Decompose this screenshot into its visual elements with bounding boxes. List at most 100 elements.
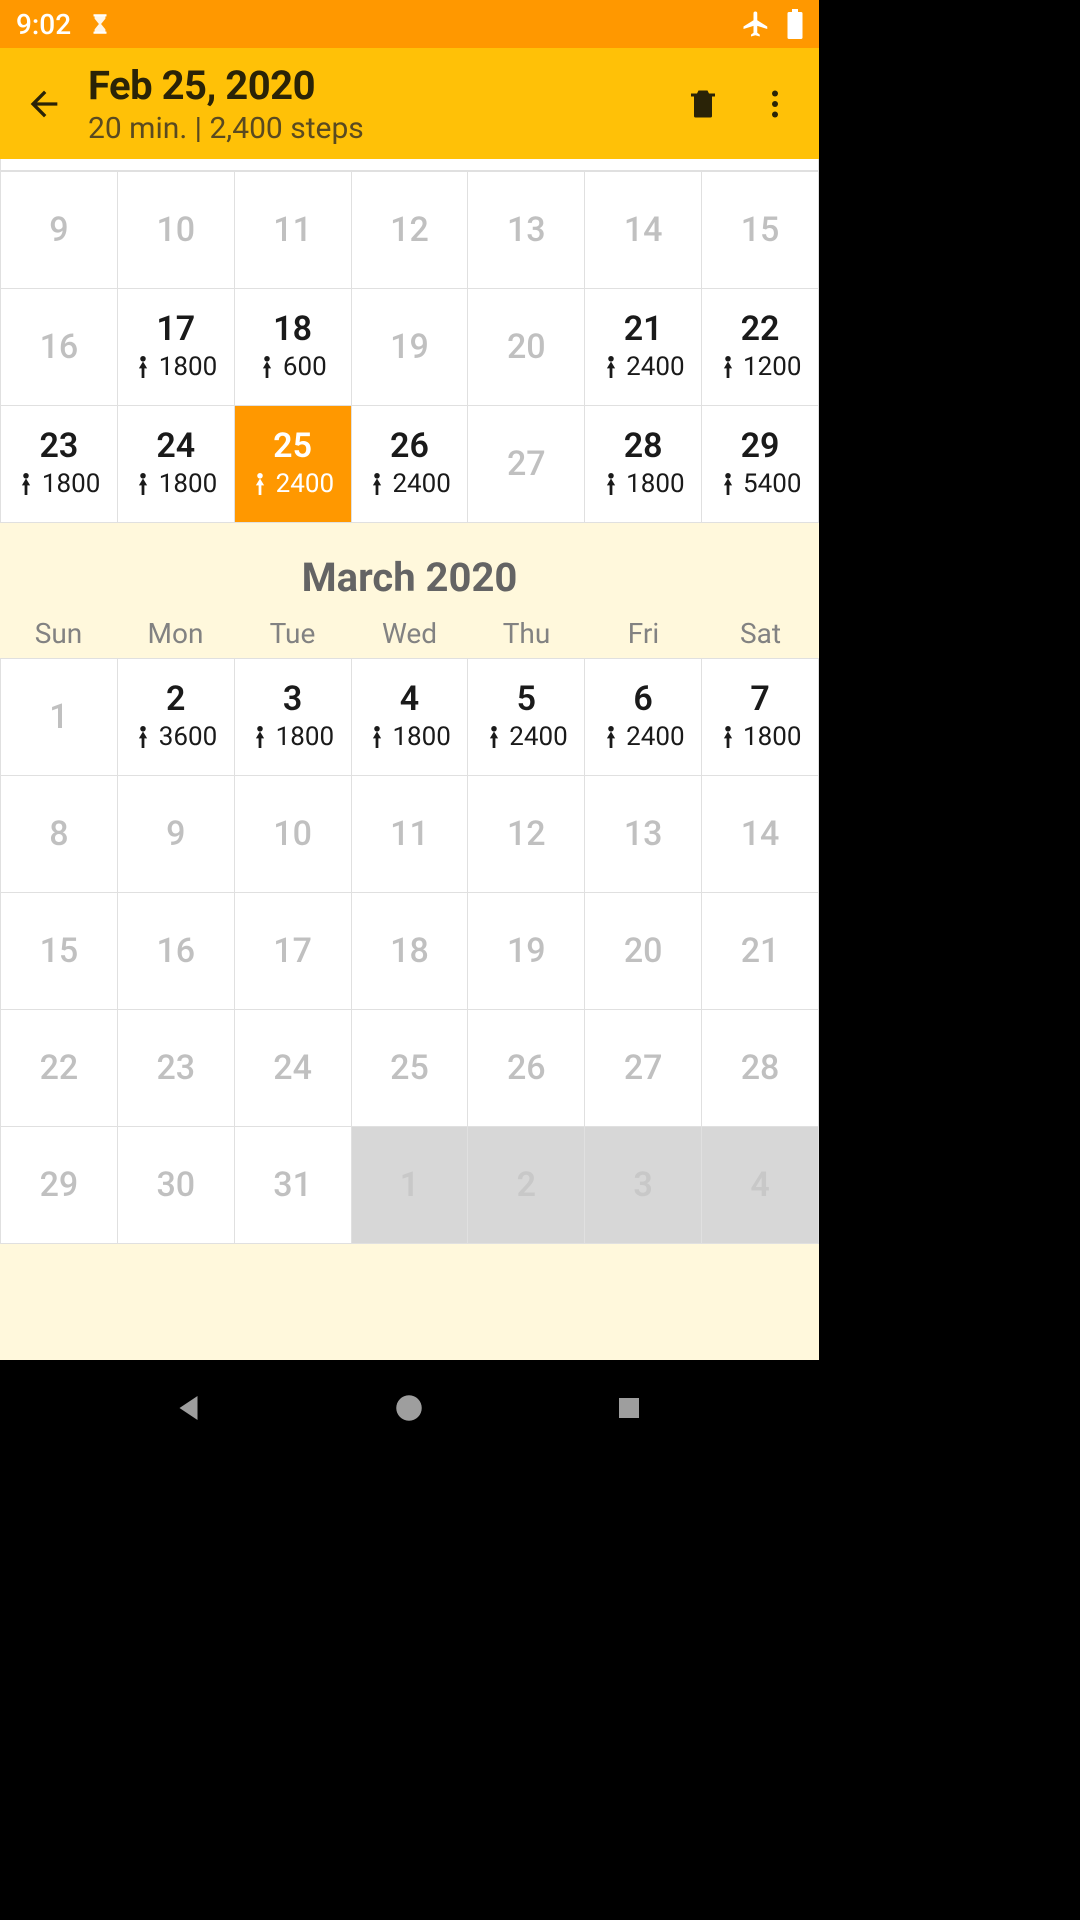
calendar-day[interactable]: 25 2400: [234, 406, 351, 523]
calendar-day[interactable]: 1: [351, 1127, 468, 1244]
day-number: 25: [352, 1051, 468, 1085]
nav-back-button[interactable]: [145, 1363, 235, 1453]
calendar-day[interactable]: 17 1800: [117, 289, 234, 406]
calendar-day[interactable]: 6 2400: [585, 659, 702, 776]
day-number: 23: [118, 1051, 234, 1085]
calendar-day[interactable]: 19: [351, 289, 468, 406]
calendar-day[interactable]: 18 600: [234, 289, 351, 406]
day-number: 12: [468, 817, 584, 851]
calendar-day[interactable]: 1: [1, 659, 118, 776]
calendar-day[interactable]: 10: [234, 776, 351, 893]
calendar-day[interactable]: 7 1800: [702, 659, 819, 776]
weekday-row: SunMonTueWedThuFriSat: [0, 617, 819, 658]
calendar-day[interactable]: 29: [1, 1127, 118, 1244]
weekday-label: Mon: [117, 617, 234, 658]
day-number: 10: [118, 213, 234, 247]
step-count: 600: [235, 352, 351, 382]
calendar-day[interactable]: 3 1800: [234, 659, 351, 776]
walker-icon: [251, 473, 269, 498]
step-count: 1200: [702, 352, 818, 382]
day-number: 12: [352, 213, 468, 247]
day-number: 26: [468, 1051, 584, 1085]
day-number: 21: [702, 934, 818, 968]
step-count: 1800: [235, 722, 351, 752]
calendar-day[interactable]: 20: [468, 289, 585, 406]
calendar-day[interactable]: 20: [585, 893, 702, 1010]
day-number: 20: [585, 934, 701, 968]
calendar-day[interactable]: 26 2400: [351, 406, 468, 523]
weekday-label: Thu: [468, 617, 585, 658]
calendar-day[interactable]: 30: [117, 1127, 234, 1244]
weekday-label: Wed: [351, 617, 468, 658]
calendar-day[interactable]: 23 1800: [1, 406, 118, 523]
back-button[interactable]: [8, 48, 80, 159]
calendar-day[interactable]: 28 1800: [585, 406, 702, 523]
step-count: 3600: [118, 722, 234, 752]
calendar-day[interactable]: 9: [117, 776, 234, 893]
calendar-day[interactable]: 13: [585, 776, 702, 893]
calendar-day[interactable]: 31: [234, 1127, 351, 1244]
calendar-scroll[interactable]: 91011121314151617 180018 600192021 24002…: [0, 159, 819, 1360]
calendar-day[interactable]: 9: [1, 172, 118, 289]
calendar-day[interactable]: 24: [234, 1010, 351, 1127]
weekday-label: Sun: [0, 617, 117, 658]
calendar-day[interactable]: 29 5400: [702, 406, 819, 523]
step-count: 1800: [702, 722, 818, 752]
calendar-day[interactable]: 22 1200: [702, 289, 819, 406]
calendar-day[interactable]: 3: [585, 1127, 702, 1244]
calendar-day[interactable]: 27: [468, 406, 585, 523]
step-count: 2400: [235, 469, 351, 499]
calendar-day[interactable]: 27: [585, 1010, 702, 1127]
calendar-day[interactable]: 25: [351, 1010, 468, 1127]
calendar-day[interactable]: 15: [1, 893, 118, 1010]
day-number: 28: [702, 1051, 818, 1085]
calendar-day[interactable]: 23: [117, 1010, 234, 1127]
calendar-day[interactable]: 4: [702, 1127, 819, 1244]
calendar-day[interactable]: 19: [468, 893, 585, 1010]
calendar-day[interactable]: 5 2400: [468, 659, 585, 776]
calendar-day[interactable]: 10: [117, 172, 234, 289]
calendar-day[interactable]: 12: [468, 776, 585, 893]
more-vert-icon: [757, 86, 793, 122]
calendar-day[interactable]: 2 3600: [117, 659, 234, 776]
calendar-day[interactable]: 21: [702, 893, 819, 1010]
day-number: 15: [1, 934, 117, 968]
day-number: 3: [235, 682, 351, 716]
calendar-day[interactable]: 8: [1, 776, 118, 893]
day-number: 30: [118, 1168, 234, 1202]
system-nav-bar: [0, 1360, 819, 1456]
walker-icon: [368, 726, 386, 751]
calendar-day[interactable]: 28: [702, 1010, 819, 1127]
calendar-day[interactable]: 11: [234, 172, 351, 289]
overflow-menu-button[interactable]: [739, 48, 811, 159]
delete-button[interactable]: [667, 48, 739, 159]
calendar-day[interactable]: 26: [468, 1010, 585, 1127]
day-number: 16: [1, 330, 117, 364]
calendar-day[interactable]: 18: [351, 893, 468, 1010]
day-number: 27: [468, 447, 584, 481]
walker-icon: [368, 473, 386, 498]
calendar-day[interactable]: 24 1800: [117, 406, 234, 523]
calendar-day[interactable]: 17: [234, 893, 351, 1010]
status-bar: 9:02: [0, 0, 819, 48]
nav-home-button[interactable]: [364, 1363, 454, 1453]
calendar-day[interactable]: 2: [468, 1127, 585, 1244]
step-count: 1800: [1, 469, 117, 499]
calendar-day[interactable]: 14: [585, 172, 702, 289]
day-number: 1: [352, 1168, 468, 1202]
calendar-day[interactable]: 14: [702, 776, 819, 893]
step-count: 2400: [468, 722, 584, 752]
nav-recents-button[interactable]: [584, 1363, 674, 1453]
calendar-day[interactable]: 13: [468, 172, 585, 289]
walker-icon: [602, 726, 620, 751]
calendar-day[interactable]: 12: [351, 172, 468, 289]
calendar-day[interactable]: 15: [702, 172, 819, 289]
calendar-day[interactable]: 4 1800: [351, 659, 468, 776]
calendar-day[interactable]: 22: [1, 1010, 118, 1127]
calendar-day[interactable]: 11: [351, 776, 468, 893]
calendar-day[interactable]: 16: [117, 893, 234, 1010]
calendar-day[interactable]: 16: [1, 289, 118, 406]
walker-icon: [258, 356, 276, 381]
calendar-day[interactable]: 21 2400: [585, 289, 702, 406]
day-number: 9: [1, 213, 117, 247]
